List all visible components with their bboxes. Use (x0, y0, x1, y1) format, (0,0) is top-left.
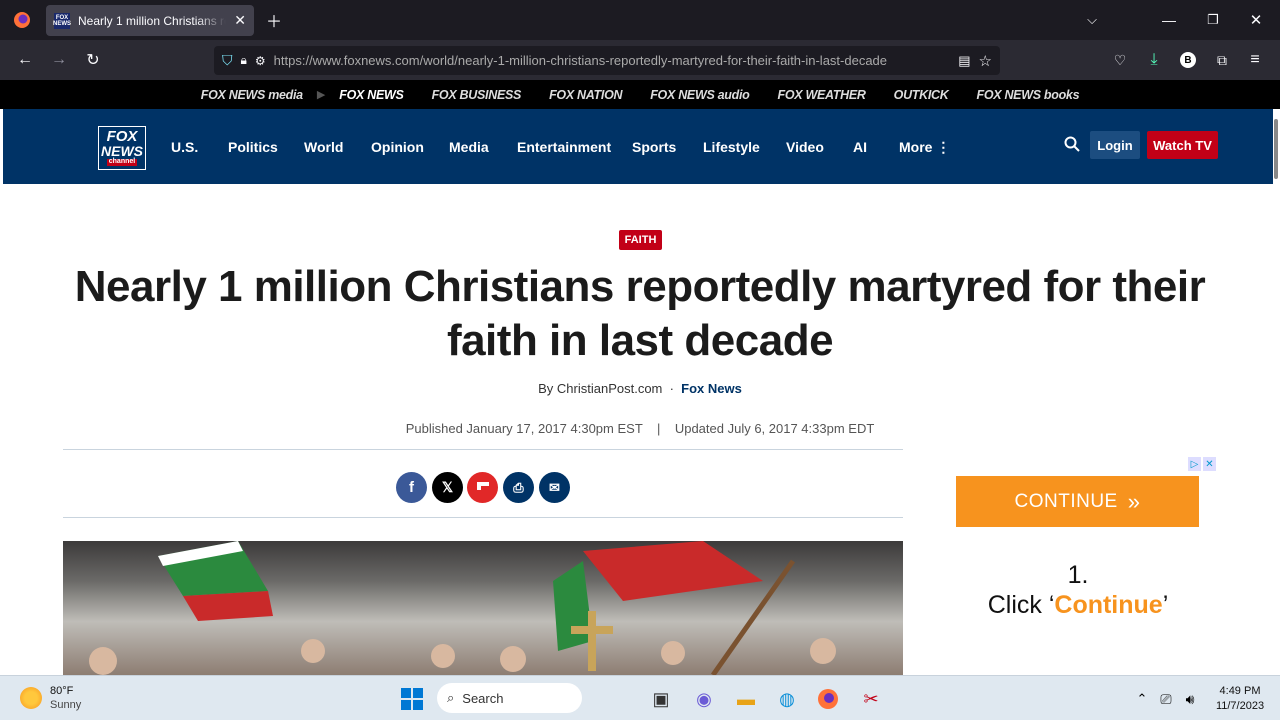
byline-author[interactable]: By ChristianPost.com (538, 381, 662, 396)
article-photo (63, 541, 903, 675)
weather-condition: Sunny (50, 699, 82, 711)
login-button[interactable]: Login (1090, 131, 1140, 159)
nav-more[interactable]: More ⋮ (899, 139, 950, 156)
favicon-icon: FOX NEWS (53, 12, 71, 29)
forward-icon[interactable]: → (45, 46, 73, 74)
firefox-icon[interactable] (8, 6, 36, 34)
system-clock[interactable]: 4:49 PM 11/7/2023 (1208, 684, 1272, 714)
pocket-icon[interactable]: ♡ (1106, 46, 1134, 74)
sun-icon (20, 687, 42, 709)
network-link-business[interactable]: FOX BUSINESS (432, 88, 522, 102)
clock-date: 11/7/2023 (1215, 700, 1265, 712)
nav-politics[interactable]: Politics (228, 139, 278, 155)
byline-source[interactable]: Fox News (681, 381, 742, 396)
byline: By ChristianPost.com · Fox News (538, 381, 742, 396)
article-dates: Published January 17, 2017 4:30pm EST | … (0, 421, 1280, 436)
windows-taskbar: 80°F Sunny ⌕ Search ▣ ◉ ▬ ◍ ✂ ⌃ ⎚ 🔊︎ 4:49… (0, 675, 1280, 720)
facebook-icon[interactable]: f (396, 472, 427, 503)
url-bar[interactable]: ⛉ 🔒︎ ⚙ https://www.foxnews.com/world/nea… (214, 46, 1000, 75)
date-separator: | (656, 421, 661, 436)
watch-tv-button[interactable]: Watch TV (1147, 131, 1218, 159)
nav-sports[interactable]: Sports (632, 139, 676, 155)
network-link-nation[interactable]: FOX NATION (549, 88, 622, 102)
nav-media[interactable]: Media (449, 139, 489, 155)
lock-icon[interactable]: 🔒︎ (241, 53, 247, 68)
extensions-icon[interactable]: ⧉ (1208, 46, 1236, 74)
divider (63, 449, 903, 450)
reload-icon[interactable]: ↻ (79, 46, 107, 74)
shield-icon[interactable]: ⛉ (222, 52, 233, 69)
url-text[interactable]: https://www.foxnews.com/world/nearly-1-m… (274, 53, 951, 68)
minimize-icon[interactable]: — (1155, 6, 1183, 34)
nav-video[interactable]: Video (786, 139, 824, 155)
more-dots-icon: ⋮ (936, 139, 951, 155)
snipping-tool-icon[interactable]: ✂ (856, 684, 886, 714)
meet-icon[interactable]: ◉ (689, 684, 719, 714)
window-close-icon[interactable]: ✕ (1242, 6, 1270, 34)
fox-network-bar: FOX NEWS media ▶ FOX NEWS FOX BUSINESS F… (0, 80, 1280, 109)
tab-strip: FOX NEWS Nearly 1 million Christians rep… (0, 0, 1280, 40)
network-link-foxnews[interactable]: FOX NEWS (339, 88, 404, 102)
play-icon: ▶ (316, 89, 326, 101)
back-icon[interactable]: ← (11, 46, 39, 74)
updated-date: Updated July 6, 2017 4:33pm EDT (674, 421, 875, 436)
plus-icon[interactable]: ＋ (260, 6, 288, 34)
network-link-weather[interactable]: FOX WEATHER (778, 88, 866, 102)
published-date: Published January 17, 2017 4:30pm EST (405, 421, 643, 436)
permissions-icon[interactable]: ⚙ (255, 54, 266, 68)
windows-start-icon[interactable] (397, 684, 427, 714)
network-link-books[interactable]: FOX NEWS books (976, 88, 1079, 102)
nav-opinion[interactable]: Opinion (371, 139, 424, 155)
fox-news-logo[interactable]: FOX NEWS channel (98, 126, 146, 170)
weather-widget[interactable]: 80°F Sunny (20, 684, 81, 712)
network-link-audio[interactable]: FOX NEWS audio (650, 88, 750, 102)
nav-entertainment[interactable]: Entertainment (517, 139, 611, 155)
x-icon[interactable]: 𝕏 (432, 472, 463, 503)
nav-lifestyle[interactable]: Lifestyle (703, 139, 760, 155)
firefox-taskbar-icon[interactable] (813, 684, 843, 714)
restore-icon[interactable]: ❐ (1199, 6, 1227, 34)
menu-icon[interactable]: ≡ (1241, 46, 1269, 74)
nav-us[interactable]: U.S. (171, 139, 198, 155)
chevron-down-icon[interactable]: ⌵ (1078, 6, 1106, 34)
profile-avatar[interactable]: B (1174, 46, 1202, 74)
search-icon[interactable] (1064, 136, 1080, 157)
task-view-icon[interactable]: ▣ (646, 684, 676, 714)
star-icon[interactable]: ☆ (979, 52, 992, 70)
edge-icon[interactable]: ◍ (772, 684, 802, 714)
nav-world[interactable]: World (304, 139, 343, 155)
network-link-media[interactable]: FOX NEWS media (201, 88, 303, 102)
clock-time: 4:49 PM (1219, 685, 1261, 697)
nav-ai[interactable]: AI (853, 139, 867, 155)
network-link-outkick[interactable]: OUTKICK (894, 88, 949, 102)
ad-instructions: 1. Click ‘Continue’ (960, 560, 1196, 620)
search-icon: ⌕ (447, 690, 455, 705)
ad-step-number: 1. (1067, 561, 1089, 589)
file-explorer-icon[interactable]: ▬ (731, 684, 761, 714)
double-chevron-right-icon: » (1127, 488, 1141, 514)
close-icon[interactable]: ✕ (234, 12, 246, 29)
flipboard-icon[interactable] (467, 472, 498, 503)
article-headline: Nearly 1 million Christians reportedly m… (74, 262, 1206, 365)
divider (63, 517, 903, 518)
ad-continue-button[interactable]: CONTINUE » (956, 476, 1199, 527)
volume-icon[interactable]: 🔊︎ (1175, 684, 1205, 714)
site-header: FOX NEWS channel U.S. Politics World Opi… (3, 109, 1273, 184)
temperature: 80°F (50, 685, 74, 697)
browser-tab[interactable]: FOX NEWS Nearly 1 million Christians rep… (46, 5, 254, 36)
tab-title: Nearly 1 million Christians reportedly m… (78, 13, 226, 28)
reader-icon[interactable]: ▤ (958, 53, 970, 69)
download-icon[interactable]: ⤓ (1140, 46, 1168, 74)
category-badge[interactable]: FAITH (619, 230, 662, 250)
taskbar-search[interactable]: ⌕ Search (437, 683, 582, 713)
print-icon[interactable]: ⎙ (503, 472, 534, 503)
email-icon[interactable]: ✉ (539, 472, 570, 503)
adchoices-icon[interactable]: ▷ ✕ (1188, 457, 1217, 471)
